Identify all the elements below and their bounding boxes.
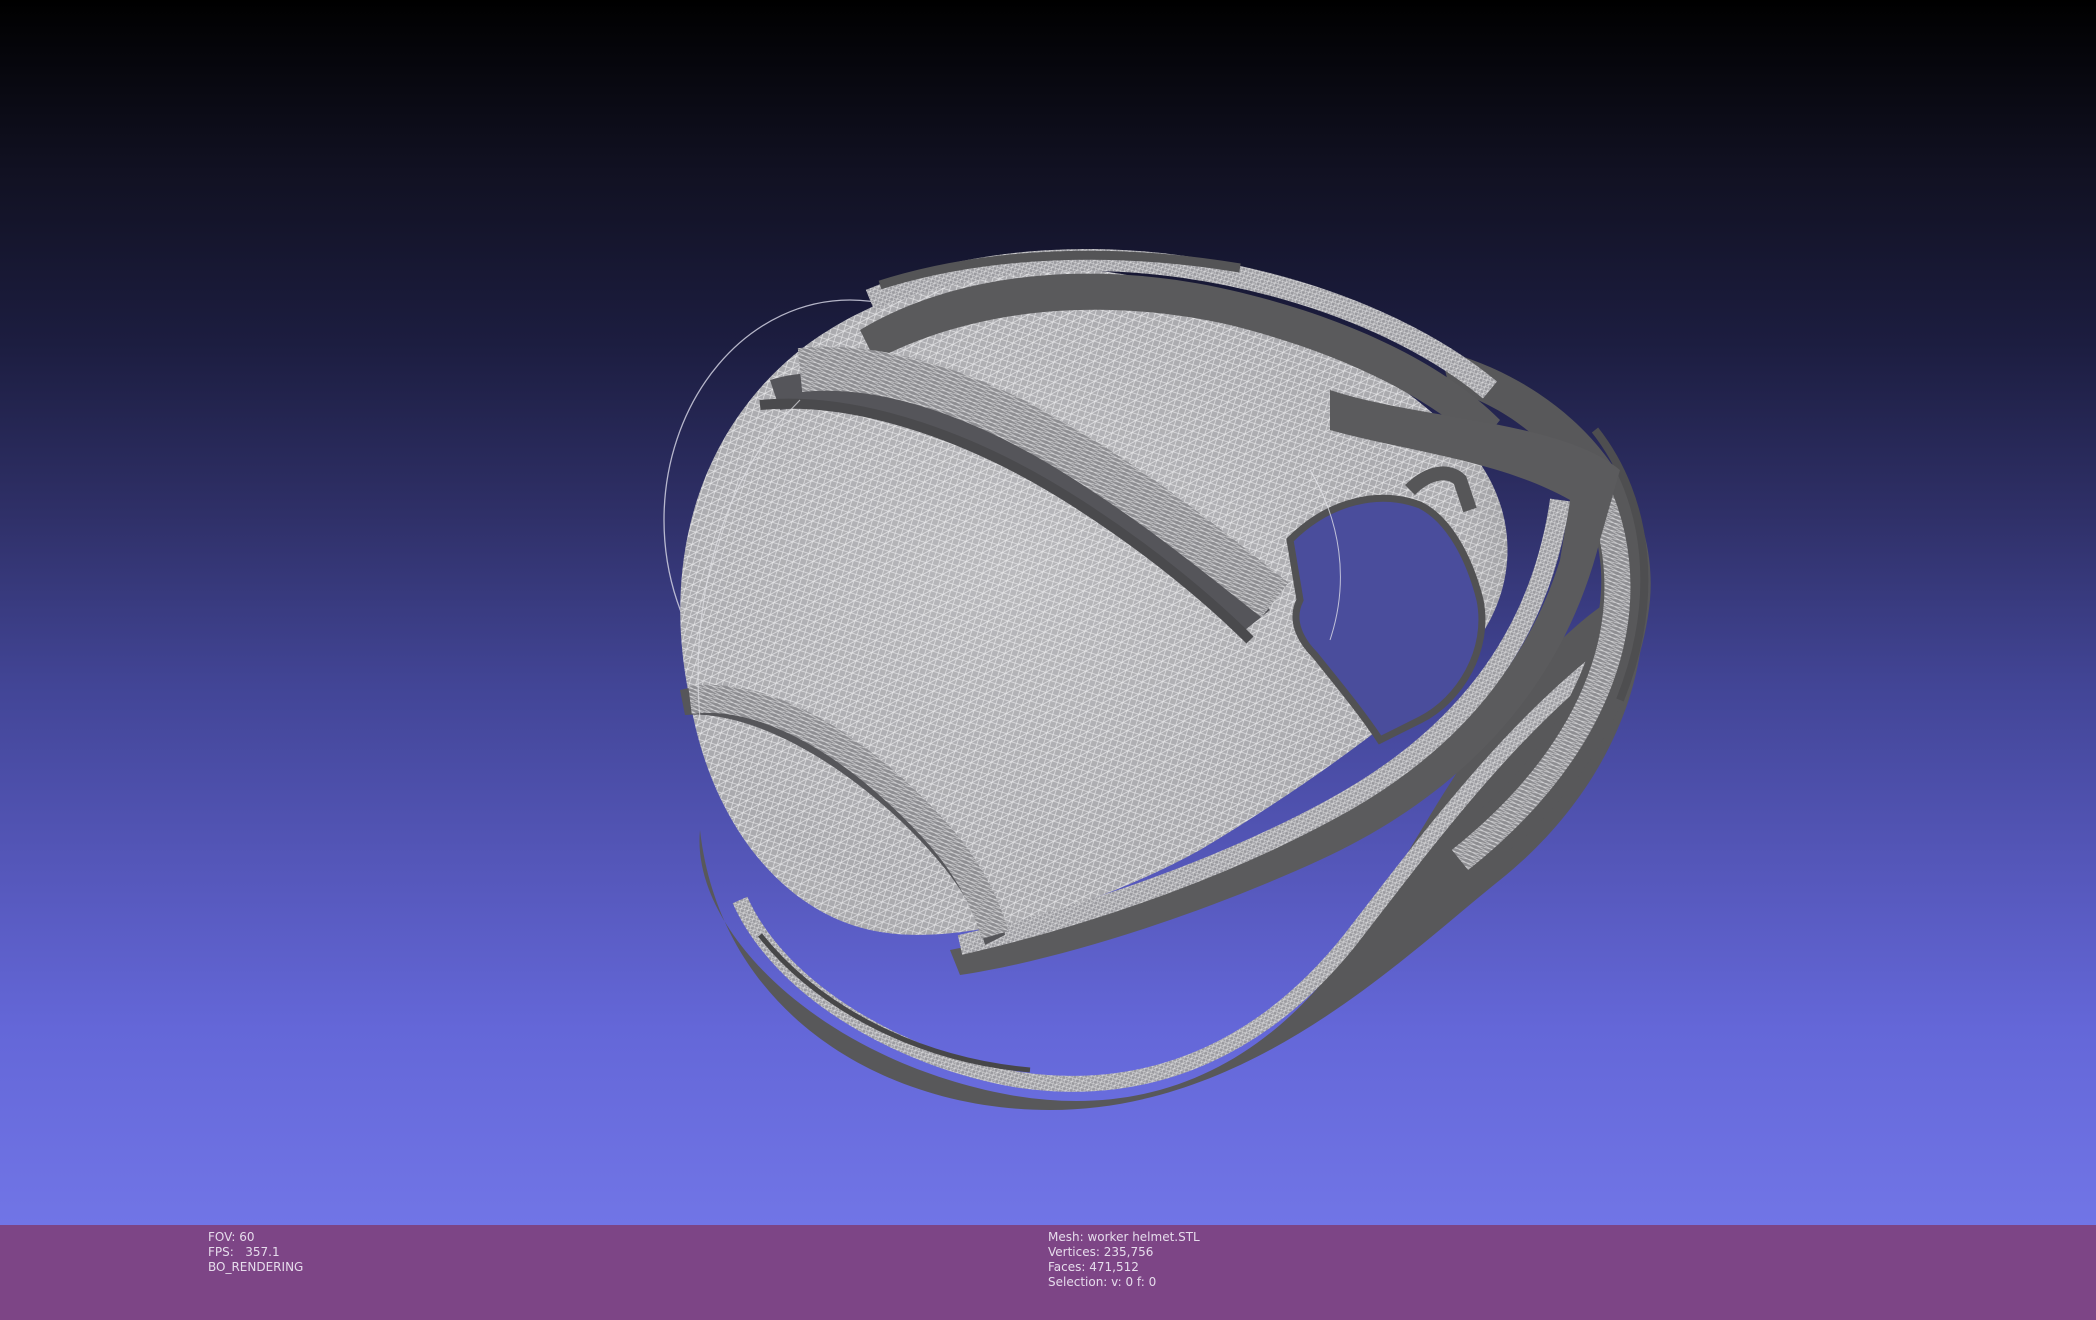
vertices-label: Vertices: 235,756 bbox=[1048, 1245, 1154, 1259]
selection-label: Selection: v: 0 f: 0 bbox=[1048, 1275, 1157, 1289]
faces-label: Faces: 471,512 bbox=[1048, 1260, 1139, 1274]
mesh-render[interactable] bbox=[0, 0, 2096, 1225]
3d-viewport[interactable] bbox=[0, 0, 2096, 1225]
info-bar: FOV: 60 FPS: 357.1 BO_RENDERING Mesh: wo… bbox=[0, 1225, 2096, 1320]
mesh-name-label: Mesh: worker helmet.STL bbox=[1048, 1230, 1200, 1244]
meshlab-window: FOV: 60 FPS: 357.1 BO_RENDERING Mesh: wo… bbox=[0, 0, 2096, 1320]
fps-label: FPS: 357.1 bbox=[208, 1245, 280, 1259]
render-mode-label: BO_RENDERING bbox=[208, 1260, 304, 1274]
helmet-mesh bbox=[680, 249, 1651, 1110]
mesh-info: Mesh: worker helmet.STL Vertices: 235,75… bbox=[1048, 1230, 1200, 1290]
fov-label: FOV: 60 bbox=[208, 1230, 255, 1244]
render-info: FOV: 60 FPS: 357.1 BO_RENDERING bbox=[208, 1230, 303, 1275]
